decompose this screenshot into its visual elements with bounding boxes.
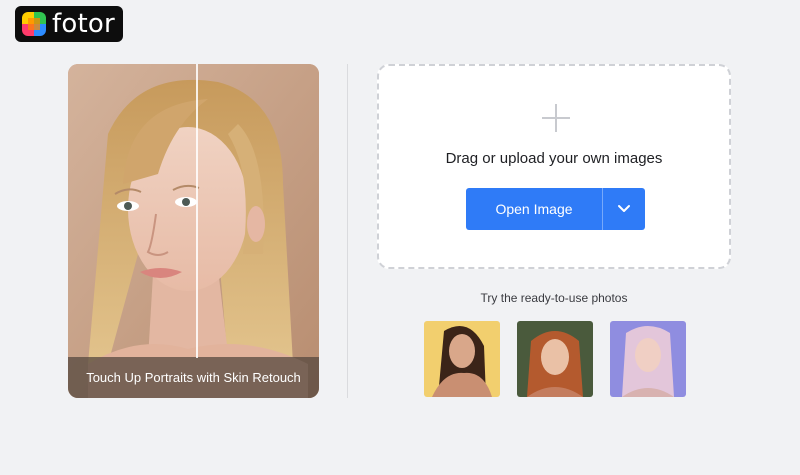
retouch-preview: Touch Up Portraits with Skin Retouch <box>68 64 319 398</box>
sample-photos-label: Try the ready-to-use photos <box>480 291 628 305</box>
before-after-divider[interactable] <box>196 64 198 358</box>
brand-name: fotor <box>52 9 115 39</box>
open-image-dropdown-button[interactable] <box>603 188 645 230</box>
sample-photo-2[interactable] <box>517 321 593 397</box>
upload-dropzone[interactable]: Drag or upload your own images Open Imag… <box>377 64 731 269</box>
plus-icon <box>542 104 570 132</box>
portrait-image <box>68 64 319 398</box>
open-image-button[interactable]: Open Image <box>466 188 603 230</box>
chevron-down-icon <box>618 205 630 212</box>
vertical-separator <box>347 64 348 398</box>
upload-prompt: Drag or upload your own images <box>445 150 663 167</box>
open-image-button-group: Open Image <box>466 188 645 230</box>
preview-caption: Touch Up Portraits with Skin Retouch <box>68 357 319 398</box>
sample-photo-3[interactable] <box>610 321 686 397</box>
sample-photo-1[interactable] <box>424 321 500 397</box>
fotor-logo[interactable]: fotor <box>15 6 123 42</box>
logo-icon <box>22 12 46 36</box>
